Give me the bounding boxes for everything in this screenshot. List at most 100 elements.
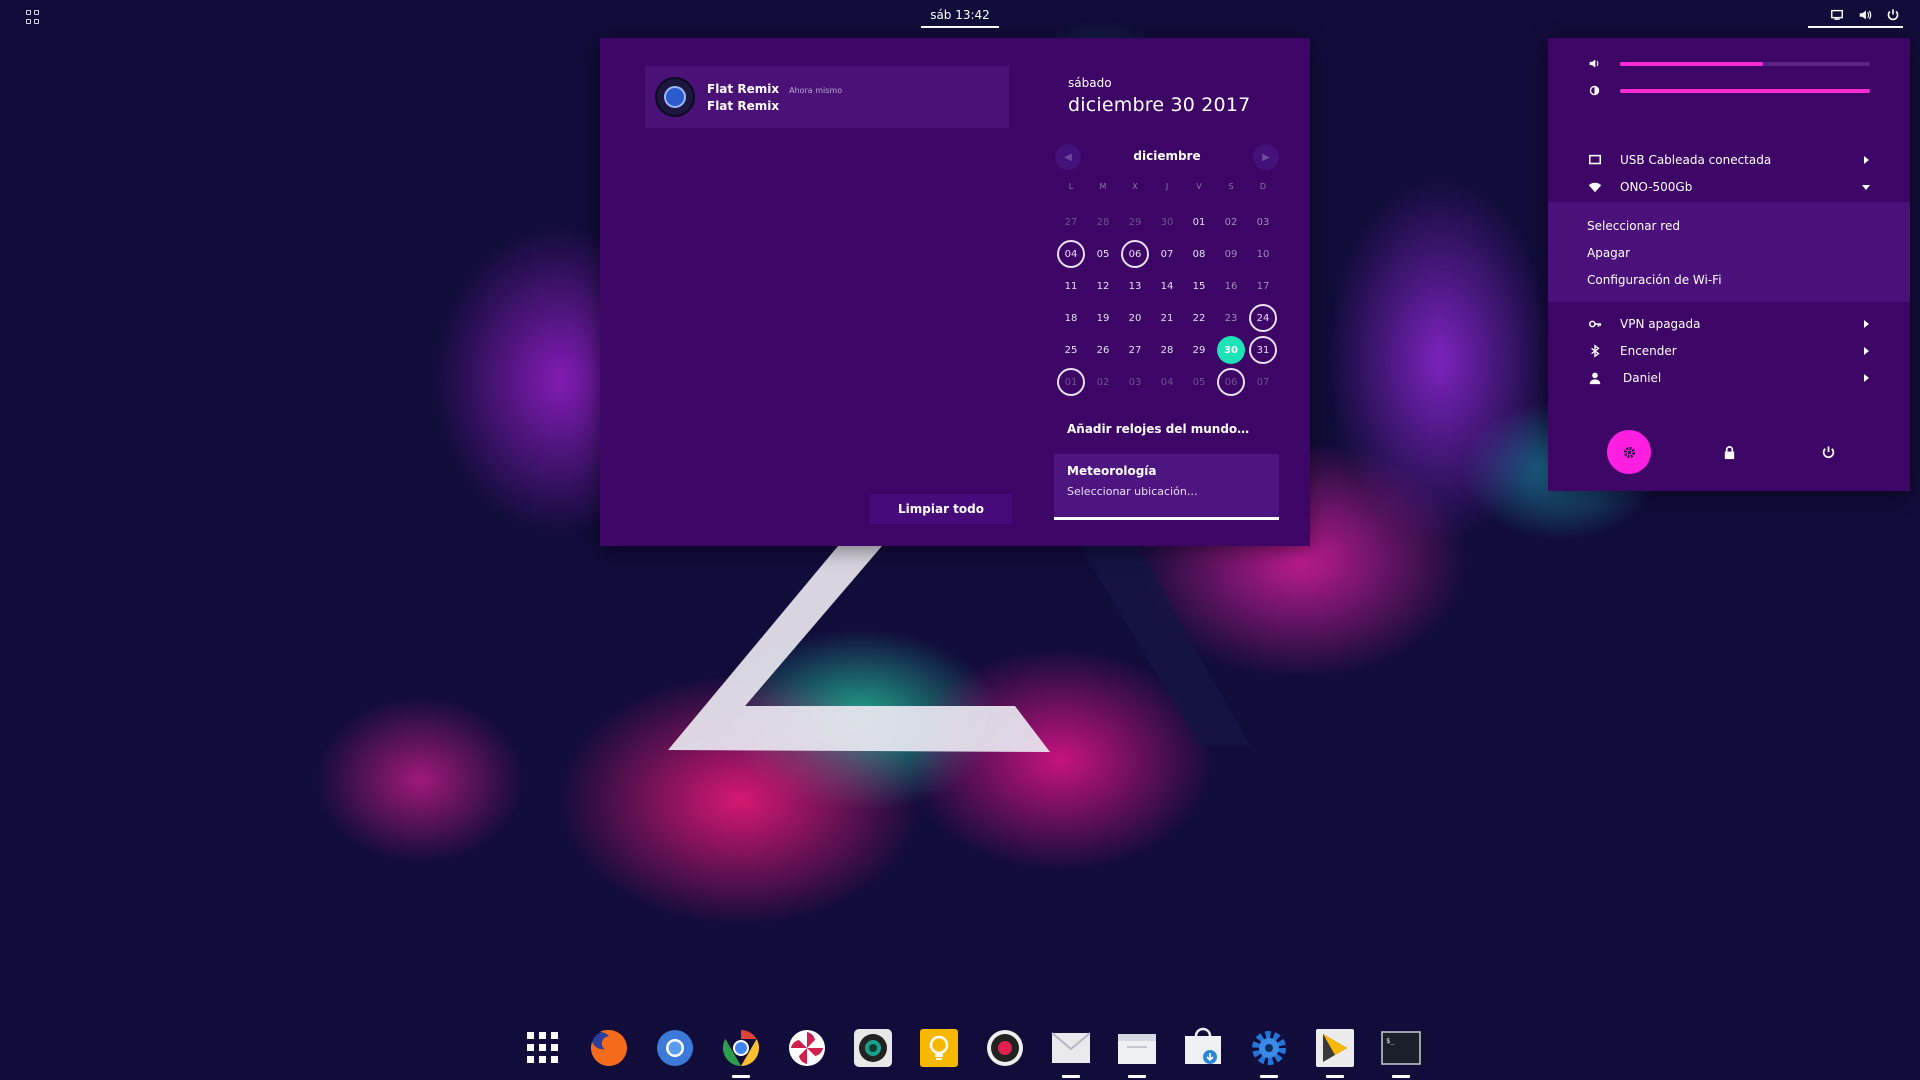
calendar-day[interactable]: 01 [1057, 368, 1085, 396]
chevron-right-icon [1864, 347, 1869, 355]
calendar-day[interactable]: 21 [1153, 304, 1181, 332]
clock[interactable]: sáb 13:42 [920, 8, 1000, 22]
wifi-row[interactable]: ONO-500Gb [1548, 174, 1910, 200]
wifi-settings-item[interactable]: Configuración de Wi-Fi [1587, 273, 1722, 287]
calendar-day[interactable]: 07 [1249, 368, 1277, 396]
calendar-day[interactable]: 01 [1185, 208, 1213, 236]
brightness-slider-row [1588, 83, 1888, 99]
chevron-right-icon [1864, 156, 1869, 164]
dock-item[interactable] [1104, 1020, 1170, 1080]
calendar-day-today[interactable]: 30 [1217, 336, 1245, 364]
settings-button[interactable] [1607, 430, 1651, 474]
app-grid-icon [521, 1026, 565, 1070]
system-menu: USB Cableada conectada ONO-500Gb Selecci… [1548, 38, 1910, 491]
dock-item[interactable] [1170, 1020, 1236, 1080]
calendar-day[interactable]: 29 [1121, 208, 1149, 236]
calendar-day[interactable]: 03 [1249, 208, 1277, 236]
weekday-header: J [1165, 181, 1169, 191]
lock-icon [1724, 445, 1734, 459]
notification-time: Ahora mismo [789, 85, 843, 95]
dock-item[interactable] [1236, 1020, 1302, 1080]
calendar-day[interactable]: 29 [1185, 336, 1213, 364]
vpn-row[interactable]: VPN apagada [1548, 311, 1910, 337]
calendar-day[interactable]: 02 [1089, 368, 1117, 396]
calendar-day[interactable]: 04 [1153, 368, 1181, 396]
dock-item[interactable] [774, 1020, 840, 1080]
calendar-day[interactable]: 12 [1089, 272, 1117, 300]
calendar-day[interactable]: 06 [1217, 368, 1245, 396]
add-world-clocks-link[interactable]: Añadir relojes del mundo… [1067, 422, 1249, 436]
dock-item[interactable]: $_ [1368, 1020, 1434, 1080]
calendar-day[interactable]: 11 [1057, 272, 1085, 300]
calendar-day[interactable]: 02 [1217, 208, 1245, 236]
camera-app-icon [655, 77, 695, 117]
files-icon [1115, 1026, 1159, 1070]
volume-slider[interactable] [1620, 62, 1870, 66]
calendar-day[interactable]: 28 [1089, 208, 1117, 236]
user-row[interactable]: Daniel [1548, 365, 1910, 391]
calendar-day[interactable]: 19 [1089, 304, 1117, 332]
user-label: Daniel [1623, 371, 1662, 385]
dock-item[interactable] [708, 1020, 774, 1080]
dock-item[interactable] [1038, 1020, 1104, 1080]
bluetooth-icon [1591, 344, 1600, 358]
calendar-day[interactable]: 05 [1089, 240, 1117, 268]
calendar-day[interactable]: 03 [1121, 368, 1149, 396]
calendar-day[interactable]: 08 [1185, 240, 1213, 268]
volume-slider-fill [1620, 62, 1763, 66]
calendar-day[interactable]: 27 [1057, 208, 1085, 236]
wifi-off-item[interactable]: Apagar [1587, 246, 1630, 260]
dock-item[interactable] [906, 1020, 972, 1080]
dock-item[interactable] [972, 1020, 1038, 1080]
calendar-day[interactable]: 07 [1153, 240, 1181, 268]
calendar-day[interactable]: 04 [1057, 240, 1085, 268]
dock-item[interactable] [510, 1020, 576, 1080]
system-tray[interactable] [1830, 8, 1900, 22]
calendar-day[interactable]: 18 [1057, 304, 1085, 332]
lock-button[interactable] [1707, 430, 1751, 474]
calendar-day[interactable]: 09 [1217, 240, 1245, 268]
key-icon [1588, 320, 1602, 328]
brightness-icon [1589, 85, 1600, 96]
calendar-day[interactable]: 17 [1249, 272, 1277, 300]
dock-item[interactable] [1302, 1020, 1368, 1080]
calendar-day[interactable]: 27 [1121, 336, 1149, 364]
calendar-day[interactable]: 06 [1121, 240, 1149, 268]
select-network-item[interactable]: Seleccionar red [1587, 219, 1680, 233]
calendar-day[interactable]: 15 [1185, 272, 1213, 300]
wired-network-row[interactable]: USB Cableada conectada [1548, 147, 1910, 173]
bluetooth-row[interactable]: Encender [1548, 338, 1910, 364]
chromium-icon [653, 1026, 697, 1070]
calendar-day[interactable]: 22 [1185, 304, 1213, 332]
notification-item[interactable]: Flat Remix Ahora mismo Flat Remix [645, 66, 1009, 128]
calendar-day[interactable]: 16 [1217, 272, 1245, 300]
calendar-day[interactable]: 31 [1249, 336, 1277, 364]
calendar-day[interactable]: 30 [1153, 208, 1181, 236]
clear-all-button[interactable]: Limpiar todo [870, 494, 1012, 524]
power-off-button[interactable] [1806, 430, 1850, 474]
notification-title: Flat Remix [707, 81, 780, 96]
activities-grid-icon[interactable] [26, 10, 40, 24]
dock-item[interactable] [642, 1020, 708, 1080]
dock-item[interactable] [576, 1020, 642, 1080]
calendar-day[interactable]: 24 [1249, 304, 1277, 332]
chevron-right-icon [1864, 320, 1869, 328]
calendar-day[interactable]: 10 [1249, 240, 1277, 268]
brightness-slider[interactable] [1620, 89, 1870, 93]
calendar-day[interactable]: 23 [1217, 304, 1245, 332]
calendar-grid: L M X J V S D 27 28 29 30 01 02 03 04 05 06 07 08 09 10 11 12 1… [1055, 180, 1279, 398]
calendar-day[interactable]: 25 [1057, 336, 1085, 364]
calendar-day[interactable]: 20 [1121, 304, 1149, 332]
chevron-right-icon[interactable]: ▶ [1253, 144, 1279, 170]
top-bar: sáb 13:42 [0, 0, 1920, 32]
calendar-day[interactable]: 05 [1185, 368, 1213, 396]
calendar-day[interactable]: 26 [1089, 336, 1117, 364]
display-icon [1831, 9, 1843, 20]
calendar-day[interactable]: 28 [1153, 336, 1181, 364]
calendar-day[interactable]: 13 [1121, 272, 1149, 300]
calendar-day[interactable]: 14 [1153, 272, 1181, 300]
settings-gear-icon [1247, 1026, 1291, 1070]
dock-item[interactable] [840, 1020, 906, 1080]
calendar-month: diciembre [1133, 149, 1201, 163]
weather-section[interactable]: Meteorología Seleccionar ubicación… [1054, 454, 1279, 520]
